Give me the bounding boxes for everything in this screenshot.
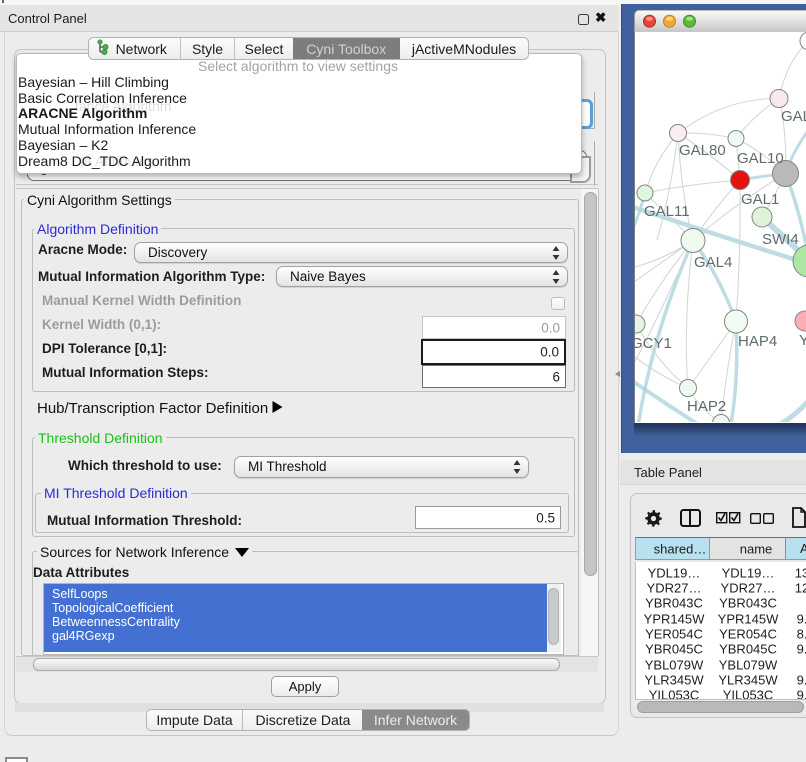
svg-text:SWI4: SWI4 — [762, 231, 799, 248]
svg-text:GAL4: GAL4 — [694, 254, 732, 271]
svg-text:GCY1: GCY1 — [635, 335, 672, 352]
svg-text:GAL11: GAL11 — [644, 203, 690, 220]
svg-text:HAP2: HAP2 — [687, 398, 726, 415]
svg-text:Y: Y — [799, 332, 806, 349]
svg-text:GAL10: GAL10 — [737, 150, 784, 167]
svg-text:GAL1: GAL1 — [741, 191, 779, 208]
svg-text:GAL80: GAL80 — [679, 142, 726, 159]
svg-text:HAP4: HAP4 — [738, 333, 777, 350]
svg-text:GAL: GAL — [781, 108, 806, 125]
